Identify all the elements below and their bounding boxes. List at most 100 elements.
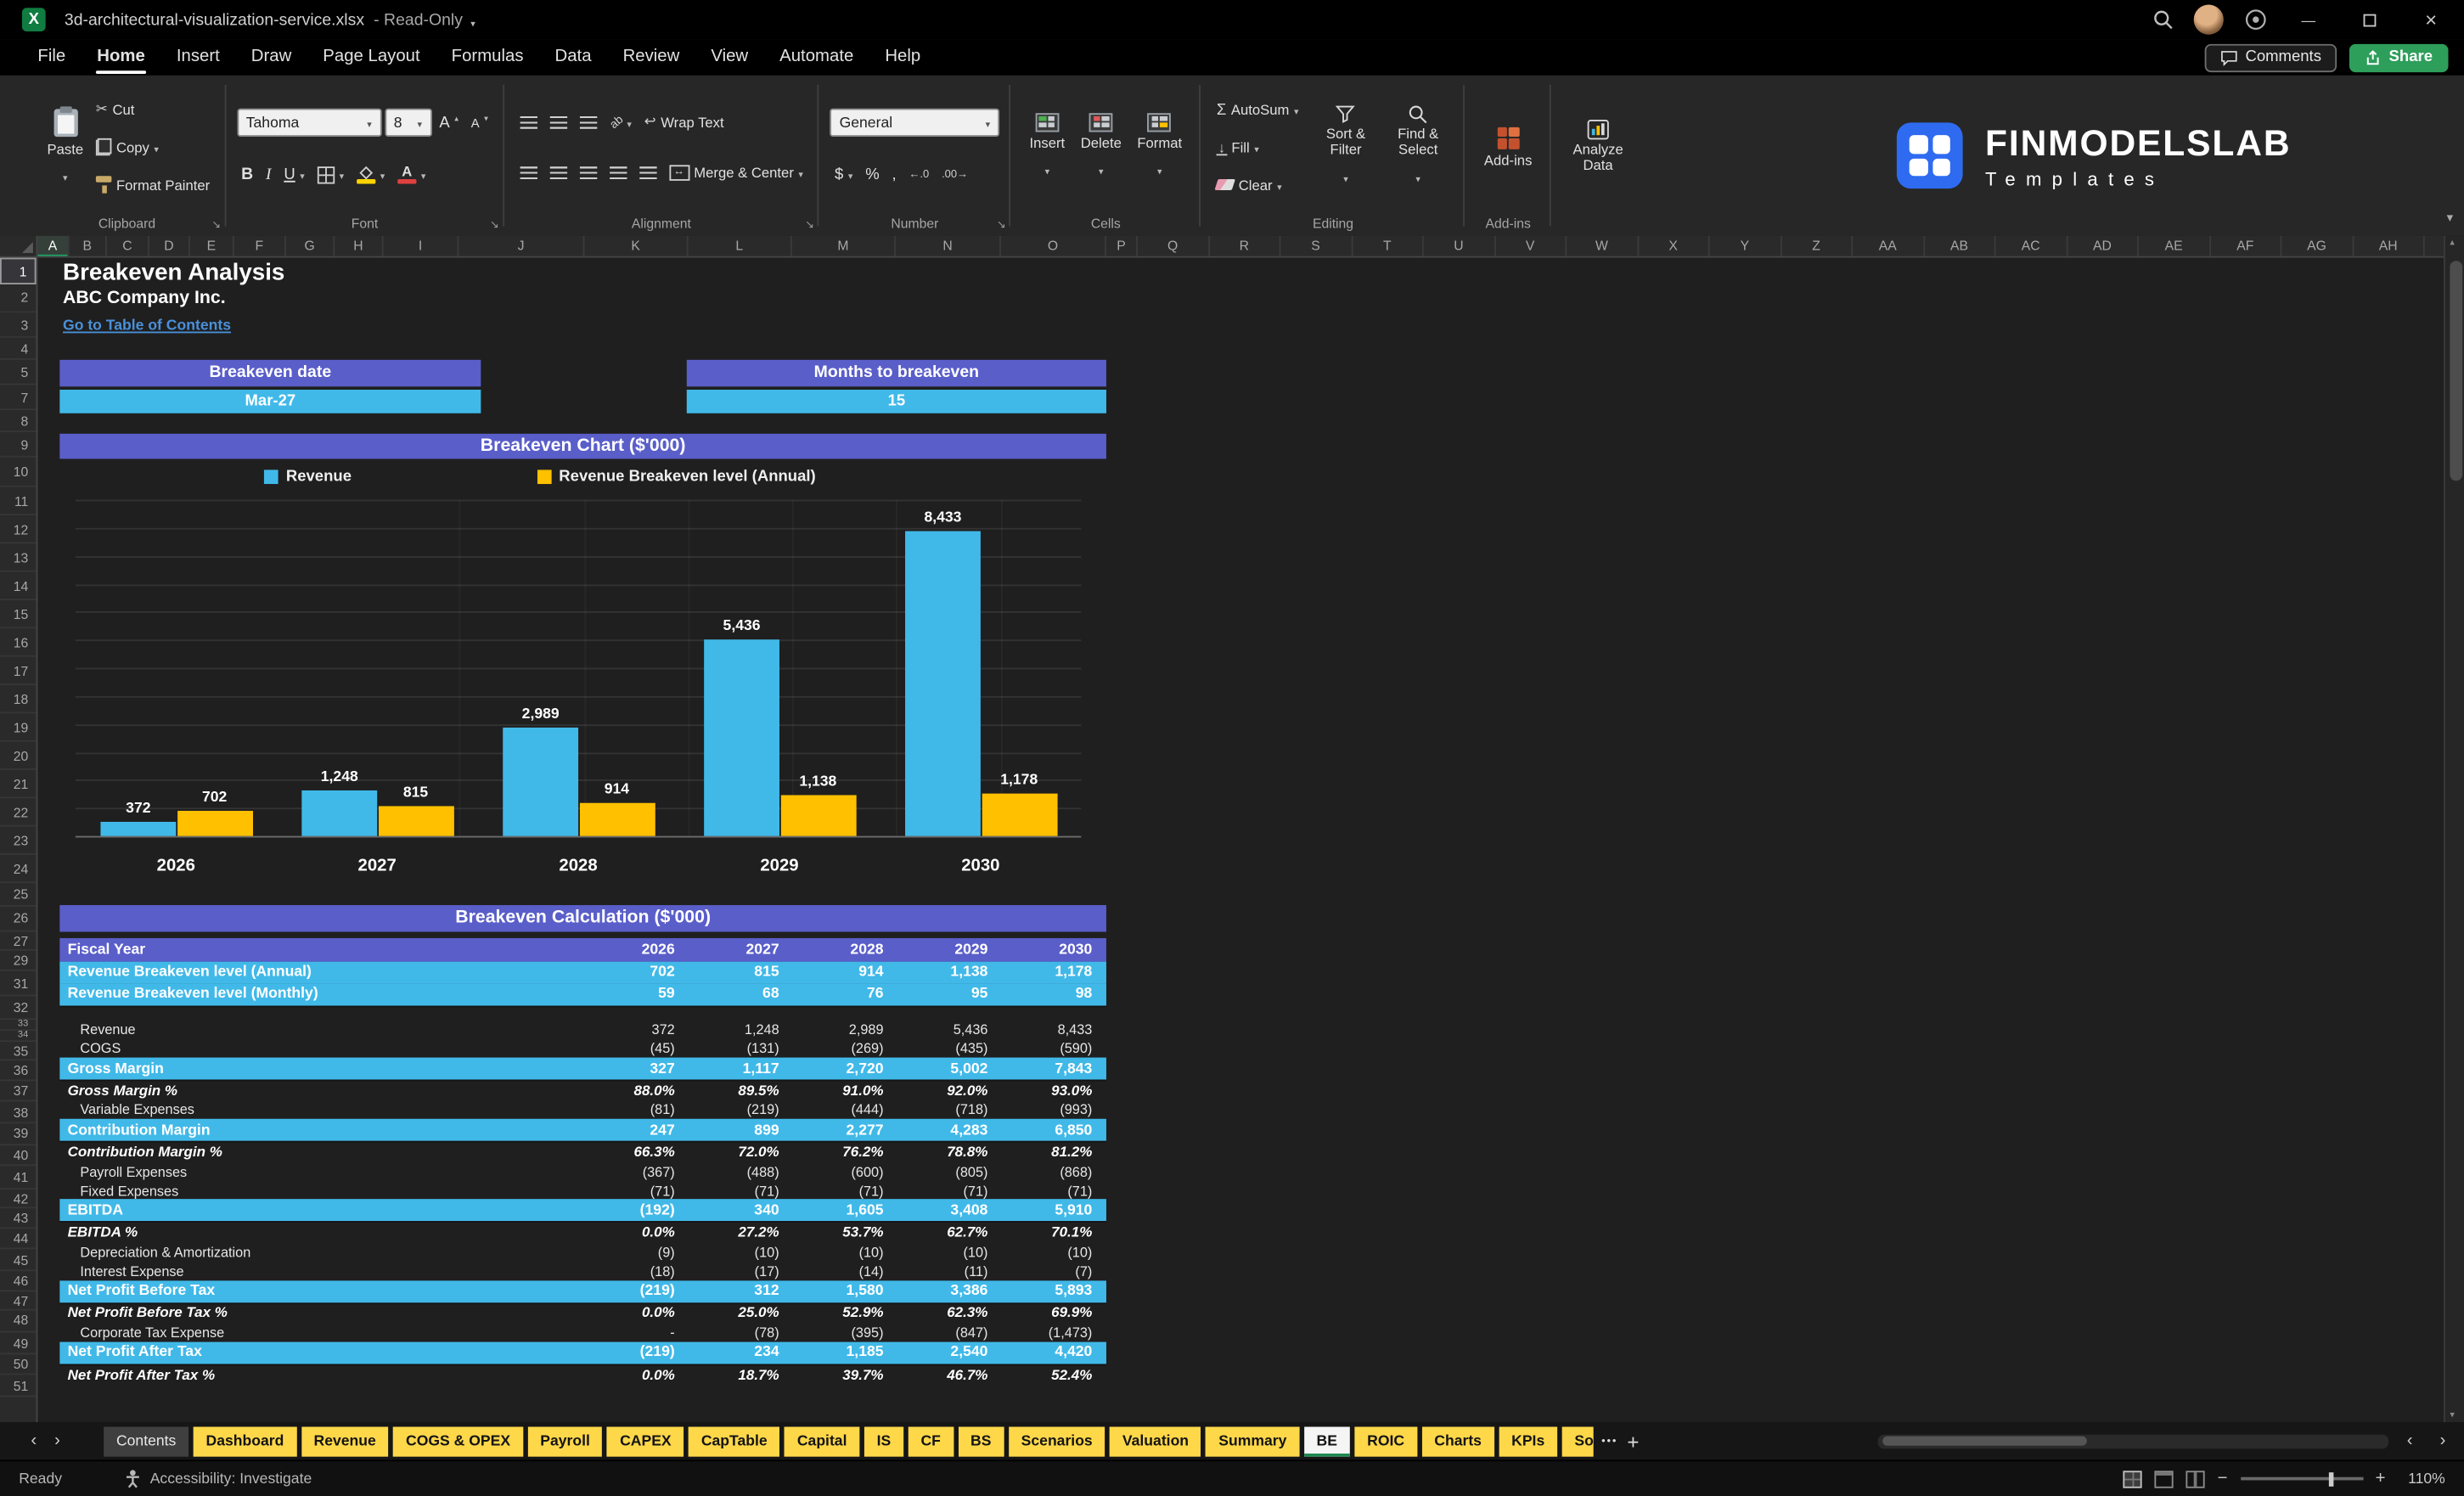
zoom-slider-thumb[interactable] — [2328, 1471, 2333, 1486]
align-bottom-button[interactable] — [575, 115, 601, 131]
menu-view[interactable]: View — [695, 39, 764, 76]
row-header-49[interactable]: 49 — [0, 1332, 37, 1354]
menu-automate[interactable]: Automate — [764, 39, 869, 76]
row-header-4[interactable]: 4 — [0, 337, 37, 360]
page-break-view-button[interactable] — [2186, 1470, 2205, 1488]
cut-button[interactable]: Cut — [91, 99, 214, 120]
maximize-button[interactable] — [2349, 0, 2390, 39]
sheet-tab-capital[interactable]: Capital — [785, 1426, 860, 1456]
column-header-AC[interactable]: AC — [1995, 235, 2067, 256]
row-header-25[interactable]: 25 — [0, 883, 37, 907]
column-header-H[interactable]: H — [335, 235, 384, 256]
column-header-AF[interactable]: AF — [2210, 235, 2282, 256]
menu-insert[interactable]: Insert — [160, 39, 235, 76]
row-header-51[interactable]: 51 — [0, 1375, 37, 1398]
align-left-button[interactable] — [515, 165, 541, 181]
minimize-button[interactable] — [2288, 0, 2329, 39]
row-header-15[interactable]: 15 — [0, 600, 37, 629]
row-header-8[interactable]: 8 — [0, 410, 37, 432]
paste-button[interactable]: Paste — [39, 105, 91, 188]
sheet-tab-valuation[interactable]: Valuation — [1110, 1426, 1201, 1456]
menu-data[interactable]: Data — [539, 39, 607, 76]
menu-formulas[interactable]: Formulas — [436, 39, 539, 76]
clear-button[interactable]: Clear — [1212, 175, 1303, 194]
column-header-O[interactable]: O — [1001, 235, 1106, 256]
column-header-Y[interactable]: Y — [1710, 235, 1781, 256]
row-header-22[interactable]: 22 — [0, 798, 37, 827]
sheet-tab-summary[interactable]: Summary — [1206, 1426, 1300, 1456]
number-format-select[interactable]: General — [830, 109, 1000, 138]
row-header-1[interactable]: 1 — [0, 257, 37, 284]
accessibility-status[interactable]: Accessibility: Investigate — [125, 1469, 312, 1488]
align-top-button[interactable] — [515, 115, 541, 131]
scroll-right-icon[interactable] — [2431, 1431, 2455, 1450]
font-size-select[interactable]: 8 — [384, 108, 432, 138]
copy-button[interactable]: Copy — [91, 137, 214, 157]
italic-button[interactable]: I — [261, 164, 276, 184]
fill-button[interactable]: Fill — [1212, 138, 1303, 157]
row-header-41[interactable]: 41 — [0, 1166, 37, 1189]
format-cells-button[interactable]: Format — [1129, 112, 1190, 181]
find-select-button[interactable]: Find & Select — [1382, 104, 1454, 189]
row-header-10[interactable]: 10 — [0, 458, 37, 487]
row-header-44[interactable]: 44 — [0, 1228, 37, 1250]
close-button[interactable] — [2411, 0, 2451, 39]
row-header-45[interactable]: 45 — [0, 1249, 37, 1272]
sheet-tab-is[interactable]: IS — [864, 1426, 904, 1456]
row-header-5[interactable]: 5 — [0, 360, 37, 385]
orientation-button[interactable] — [605, 113, 637, 132]
more-sheets-icon[interactable]: ••• — [1601, 1436, 1617, 1447]
column-header-AG[interactable]: AG — [2281, 235, 2354, 256]
align-right-button[interactable] — [575, 165, 601, 181]
select-all-corner[interactable] — [0, 235, 38, 258]
column-header-S[interactable]: S — [1280, 235, 1353, 256]
comments-button[interactable]: Comments — [2204, 42, 2337, 72]
accounting-format-button[interactable]: $ — [830, 165, 858, 185]
row-header-26[interactable]: 26 — [0, 907, 37, 931]
menu-draw[interactable]: Draw — [235, 39, 307, 76]
share-button[interactable]: Share — [2349, 42, 2449, 72]
column-header-B[interactable]: B — [69, 235, 107, 256]
column-header-AH[interactable]: AH — [2354, 235, 2425, 256]
sheet-tab-be[interactable]: BE — [1303, 1426, 1350, 1456]
column-header-A[interactable]: A — [37, 235, 70, 256]
row-header-3[interactable]: 3 — [0, 312, 37, 337]
row-header-34[interactable]: 34 — [0, 1030, 37, 1042]
row-header-32[interactable]: 32 — [0, 995, 37, 1020]
row-header-29[interactable]: 29 — [0, 950, 37, 970]
delete-cells-button[interactable]: Delete — [1072, 112, 1129, 181]
sheet-tab-capex[interactable]: CAPEX — [607, 1426, 684, 1456]
user-avatar[interactable] — [2193, 4, 2224, 35]
decrease-decimal-button[interactable]: .00→ — [937, 167, 973, 182]
row-header-9[interactable]: 9 — [0, 432, 37, 458]
menu-review[interactable]: Review — [607, 39, 695, 76]
wrap-text-button[interactable]: Wrap Text — [639, 112, 729, 132]
column-header-J[interactable]: J — [458, 235, 585, 256]
sheet-tab-captable[interactable]: CapTable — [689, 1426, 780, 1456]
column-header-E[interactable]: E — [190, 235, 234, 256]
column-header-I[interactable]: I — [384, 235, 459, 256]
sheet-tab-dashboard[interactable]: Dashboard — [193, 1426, 297, 1456]
row-header-16[interactable]: 16 — [0, 628, 37, 657]
toc-link[interactable]: Go to Table of Contents — [63, 317, 231, 334]
sheet-tab-cf[interactable]: CF — [908, 1426, 954, 1456]
row-header-27[interactable]: 27 — [0, 931, 37, 950]
column-header-K[interactable]: K — [584, 235, 689, 256]
bold-button[interactable]: B — [237, 163, 258, 185]
column-header-C[interactable]: C — [107, 235, 149, 256]
column-header-G[interactable]: G — [286, 235, 335, 256]
vertical-scrollbar[interactable] — [2443, 235, 2464, 1422]
align-middle-button[interactable] — [544, 115, 571, 131]
autosum-button[interactable]: AutoSum — [1212, 100, 1303, 121]
zoom-level[interactable]: 110% — [2398, 1470, 2445, 1487]
column-header-AB[interactable]: AB — [1924, 235, 1996, 256]
row-header-13[interactable]: 13 — [0, 543, 37, 572]
column-header-L[interactable]: L — [689, 235, 792, 256]
column-header-N[interactable]: N — [896, 235, 1001, 256]
row-header-47[interactable]: 47 — [0, 1291, 37, 1311]
underline-button[interactable]: U — [279, 164, 310, 184]
sheet-tab-scenarios[interactable]: Scenarios — [1008, 1426, 1105, 1456]
row-header-48[interactable]: 48 — [0, 1311, 37, 1332]
chevron-down-icon[interactable] — [470, 5, 475, 33]
column-header-V[interactable]: V — [1495, 235, 1567, 256]
